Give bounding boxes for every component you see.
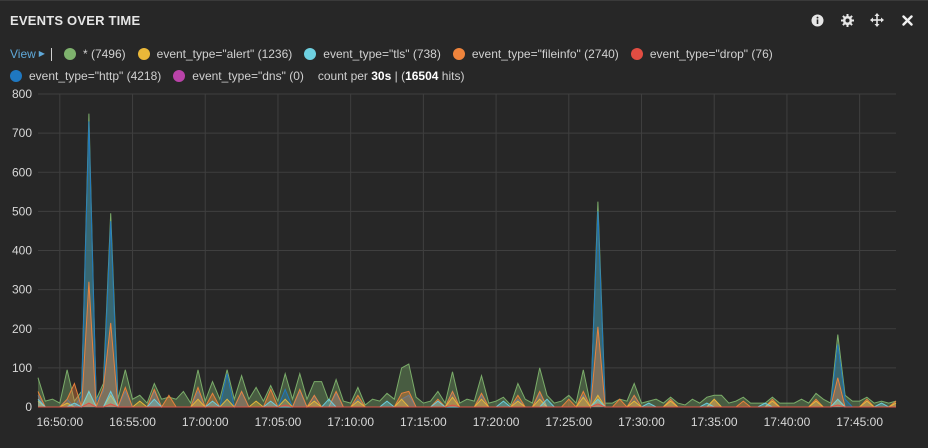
legend-label-tls: event_type="tls" (738) [323, 47, 441, 61]
x-tick-label: 17:00:00 [182, 415, 229, 429]
hits-prefix: | ( [391, 69, 406, 83]
panel-title: EVENTS OVER TIME [10, 13, 141, 28]
x-tick-label: 17:10:00 [327, 415, 374, 429]
legend-label-http: event_type="http" (4218) [29, 69, 162, 83]
x-tick-label: 17:35:00 [691, 415, 738, 429]
legend-row-2: event_type="http" (4218) event_type="dns… [10, 65, 910, 87]
legend-label-all: * (7496) [82, 47, 126, 61]
x-tick-label: 17:20:00 [473, 415, 520, 429]
x-tick-label: 17:05:00 [255, 415, 302, 429]
y-tick-label: 500 [12, 204, 32, 218]
events-over-time-panel: EVENTS OVER TIME View ▶ * (7496) event_t… [0, 0, 928, 448]
legend-dot-alert [137, 48, 150, 60]
x-tick-label: 17:45:00 [836, 415, 883, 429]
legend-item-drop[interactable]: event_type="drop" (76) [630, 43, 773, 65]
legend-row-1: View ▶ * (7496) event_type="alert" (1236… [10, 43, 910, 65]
series-area [38, 281, 896, 407]
y-tick-label: 800 [12, 87, 32, 101]
y-tick-label: 200 [12, 322, 32, 336]
x-tick-label: 17:15:00 [400, 415, 447, 429]
legend-item-http[interactable]: event_type="http" (4218) [10, 65, 161, 87]
legend-divider [50, 47, 52, 61]
x-tick-label: 16:55:00 [109, 415, 156, 429]
y-tick-label: 600 [12, 165, 32, 179]
legend-label-drop: event_type="drop" (76) [649, 47, 773, 61]
move-icon[interactable] [862, 11, 892, 29]
x-tick-label: 17:30:00 [618, 415, 665, 429]
series-line [37, 113, 897, 406]
hits-suffix: hits) [438, 69, 465, 83]
hits-count: 16504 [405, 69, 439, 83]
x-tick-label: 17:40:00 [764, 415, 811, 429]
legend-item-fileinfo[interactable]: event_type="fileinfo" (2740) [452, 43, 619, 65]
x-tick-label: 17:25:00 [545, 415, 592, 429]
y-tick-label: 100 [12, 361, 32, 375]
legend-dot-dns [173, 70, 186, 82]
hits-summary: count per 30s | (16504 hits) [318, 65, 465, 87]
y-tick-label: 300 [12, 283, 32, 297]
view-menu-link[interactable]: View [10, 43, 36, 65]
legend-dot-all [63, 48, 76, 60]
legend-item-all[interactable]: * (7496) [63, 43, 126, 65]
events-over-time-chart[interactable]: 0 100 200 300 400 500 600 700 800 16:50:00 16:55:0… [0, 85, 928, 435]
series-line [37, 281, 897, 409]
legend-dot-fileinfo [452, 48, 465, 60]
series-line [37, 121, 897, 409]
y-tick-label: 700 [12, 126, 32, 140]
caret-right-icon[interactable]: ▶ [39, 43, 45, 65]
series-area [38, 121, 896, 408]
legend-label-alert: event_type="alert" (1236) [156, 47, 293, 61]
legend-label-dns: event_type="dns" (0) [192, 69, 304, 83]
x-tick-label: 16:50:00 [36, 415, 83, 429]
gear-icon[interactable] [832, 11, 862, 29]
legend-dot-http [10, 70, 22, 82]
legend-item-tls[interactable]: event_type="tls" (738) [304, 43, 441, 65]
info-icon[interactable] [802, 11, 832, 29]
chart-legend: View ▶ * (7496) event_type="alert" (1236… [10, 43, 910, 87]
y-tick-label: 0 [25, 400, 32, 414]
legend-item-dns[interactable]: event_type="dns" (0) [173, 65, 304, 87]
y-tick-label: 400 [12, 244, 32, 258]
legend-item-alert[interactable]: event_type="alert" (1236) [137, 43, 293, 65]
legend-dot-drop [630, 48, 643, 60]
legend-dot-tls [304, 48, 317, 60]
interval-value: 30s [371, 69, 392, 83]
panel-header: EVENTS OVER TIME [0, 1, 928, 37]
panel-header-icons [802, 11, 922, 29]
close-icon[interactable] [892, 11, 922, 29]
count-prefix: count per [317, 69, 372, 83]
series-area [38, 113, 896, 407]
legend-label-fileinfo: event_type="fileinfo" (2740) [471, 47, 619, 61]
